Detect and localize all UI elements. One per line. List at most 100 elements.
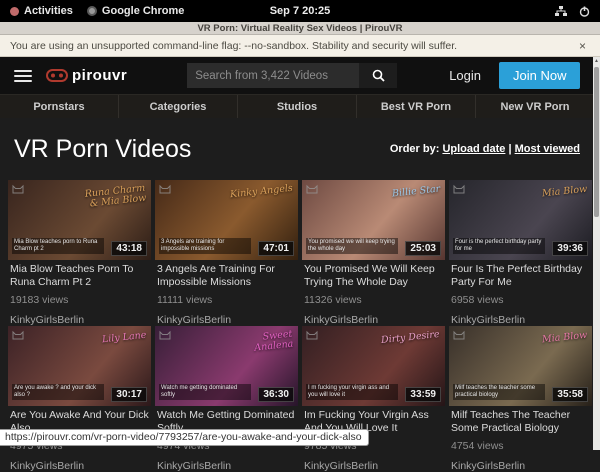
duration-badge: 43:18: [111, 241, 147, 256]
search-bar: [187, 63, 397, 88]
video-views: 11326 views: [304, 294, 443, 306]
video-card: Dirty Desire I m fucking your virgin ass…: [302, 326, 445, 472]
infobar-message: You are using an unsupported command-lin…: [10, 40, 575, 52]
app-menu-label: Google Chrome: [102, 5, 185, 17]
studio-link[interactable]: KinkyGirlsBerlin: [10, 314, 149, 326]
chrome-icon: [87, 6, 97, 16]
studio-cat-logo-icon: [306, 330, 318, 340]
duration-badge: 47:01: [258, 241, 294, 256]
page-title: VR Porn Videos: [14, 135, 191, 164]
video-thumbnail[interactable]: Kinky Angels 3 Angels are training for i…: [155, 180, 298, 260]
order-by-most-viewed[interactable]: Most viewed: [515, 143, 580, 155]
video-title[interactable]: You Promised We Will Keep Trying The Who…: [304, 263, 443, 288]
status-url-bubble: https://pirouvr.com/vr-porn-video/779325…: [0, 429, 369, 446]
nav-categories[interactable]: Categories: [118, 95, 237, 118]
studio-link[interactable]: KinkyGirlsBerlin: [451, 314, 590, 326]
studio-link[interactable]: KinkyGirlsBerlin: [10, 460, 149, 472]
main-nav: Pornstars Categories Studios Best VR Por…: [0, 94, 594, 118]
infobar-close-icon[interactable]: ×: [575, 39, 590, 53]
studio-link[interactable]: KinkyGirlsBerlin: [157, 314, 296, 326]
video-thumbnail[interactable]: Mia Blow Four is the perfect birthday pa…: [449, 180, 592, 260]
video-views: 11111 views: [157, 294, 296, 306]
studio-cat-logo-icon: [12, 330, 24, 340]
duration-badge: 39:36: [552, 241, 588, 256]
video-card: Mia Blow Milf teaches the teacher some p…: [449, 326, 592, 472]
video-card: Billie Star You promised we will keep tr…: [302, 180, 445, 326]
order-by-label: Order by:: [390, 143, 440, 155]
order-by: Order by: Upload date | Most viewed: [390, 143, 580, 155]
power-icon[interactable]: [579, 6, 590, 17]
thumbnail-caption: Watch me getting dominated softly: [159, 384, 251, 400]
duration-badge: 36:30: [258, 387, 294, 402]
video-views: 19183 views: [10, 294, 149, 306]
join-now-button[interactable]: Join Now: [499, 62, 580, 89]
video-title[interactable]: Mia Blow Teaches Porn To Runa Charm Pt 2: [10, 263, 149, 288]
thumbnail-overlay-text: Lily Lane: [101, 331, 146, 346]
search-button[interactable]: [359, 63, 397, 88]
thumbnail-caption: Four is the perfect birthday party for m…: [453, 238, 545, 254]
duration-badge: 25:03: [405, 241, 441, 256]
video-card: Lily Lane Are you awake ? and your dick …: [8, 326, 151, 472]
page-scrollbar[interactable]: ▲: [593, 57, 600, 450]
chrome-infobar: You are using an unsupported command-lin…: [0, 35, 600, 57]
thumbnail-overlay-text: Sweet Analena: [226, 330, 294, 357]
scroll-up-arrow-icon[interactable]: ▲: [593, 57, 600, 65]
studio-link[interactable]: KinkyGirlsBerlin: [451, 460, 590, 472]
search-icon: [372, 69, 385, 82]
video-card: Runa Charm & Mia Blow Mia Blow teaches p…: [8, 180, 151, 326]
studio-link[interactable]: KinkyGirlsBerlin: [304, 460, 443, 472]
video-card: Kinky Angels 3 Angels are training for i…: [155, 180, 298, 326]
order-by-upload-date[interactable]: Upload date: [442, 143, 505, 155]
studio-cat-logo-icon: [306, 184, 318, 194]
video-thumbnail[interactable]: Billie Star You promised we will keep tr…: [302, 180, 445, 260]
thumbnail-caption: I m fucking your virgin ass and you will…: [306, 384, 398, 400]
duration-badge: 30:17: [111, 387, 147, 402]
search-input[interactable]: [187, 63, 359, 88]
vr-goggles-icon: [46, 69, 68, 82]
activities-button[interactable]: Activities: [10, 5, 73, 17]
logo-text: pirouvr: [72, 67, 127, 84]
menu-icon[interactable]: [14, 67, 32, 85]
studio-cat-logo-icon: [159, 330, 171, 340]
video-thumbnail[interactable]: Mia Blow Milf teaches the teacher some p…: [449, 326, 592, 406]
login-link[interactable]: Login: [449, 68, 481, 83]
thumbnail-overlay-text: Mia Blow: [541, 185, 587, 200]
site-header: pirouvr Login Join Now: [0, 57, 600, 94]
thumbnail-caption: Are you awake ? and your dick also ?: [12, 384, 104, 400]
thumbnail-caption: You promised we will keep trying the who…: [306, 238, 398, 254]
video-thumbnail[interactable]: Lily Lane Are you awake ? and your dick …: [8, 326, 151, 406]
thumbnail-caption: 3 Angels are training for impossible mis…: [159, 238, 251, 254]
studio-cat-logo-icon: [453, 184, 465, 194]
app-menu-button[interactable]: Google Chrome: [87, 5, 185, 17]
duration-badge: 35:58: [552, 387, 588, 402]
network-icon[interactable]: [555, 6, 567, 17]
nav-new-vr-porn[interactable]: New VR Porn: [475, 95, 594, 118]
video-thumbnail[interactable]: Dirty Desire I m fucking your virgin ass…: [302, 326, 445, 406]
video-views: 6958 views: [451, 294, 590, 306]
video-title[interactable]: Milf Teaches The Teacher Some Practical …: [451, 409, 590, 434]
nav-pornstars[interactable]: Pornstars: [0, 95, 118, 118]
scrollbar-thumb[interactable]: [594, 67, 599, 217]
video-title[interactable]: 3 Angels Are Training For Impossible Mis…: [157, 263, 296, 288]
studio-link[interactable]: KinkyGirlsBerlin: [304, 314, 443, 326]
activities-label: Activities: [24, 5, 73, 17]
nav-best-vr-porn[interactable]: Best VR Porn: [356, 95, 475, 118]
studio-cat-logo-icon: [12, 184, 24, 194]
studio-link[interactable]: KinkyGirlsBerlin: [157, 460, 296, 472]
page-heading-row: VR Porn Videos Order by: Upload date | M…: [0, 118, 594, 180]
thumbnail-overlay-text: Mia Blow: [541, 331, 587, 346]
thumbnail-caption: Mia Blow teaches porn to Runa Charm pt 2: [12, 238, 104, 254]
video-thumbnail[interactable]: Sweet Analena Watch me getting dominated…: [155, 326, 298, 406]
video-thumbnail[interactable]: Runa Charm & Mia Blow Mia Blow teaches p…: [8, 180, 151, 260]
thumbnail-overlay-text: Kinky Angels: [230, 184, 294, 201]
site-logo[interactable]: pirouvr: [46, 67, 127, 84]
studio-cat-logo-icon: [159, 184, 171, 194]
tab-title: VR Porn: Virtual Reality Sex Videos | Pi…: [197, 23, 402, 34]
video-title[interactable]: Four Is The Perfect Birthday Party For M…: [451, 263, 590, 288]
video-card: Mia Blow Four is the perfect birthday pa…: [449, 180, 592, 326]
video-card: Sweet Analena Watch me getting dominated…: [155, 326, 298, 472]
system-top-bar: Activities Google Chrome Sep 7 20:25: [0, 0, 600, 22]
nav-studios[interactable]: Studios: [237, 95, 356, 118]
browser-title-bar: VR Porn: Virtual Reality Sex Videos | Pi…: [0, 22, 600, 35]
thumbnail-overlay-text: Dirty Desire: [381, 330, 440, 346]
